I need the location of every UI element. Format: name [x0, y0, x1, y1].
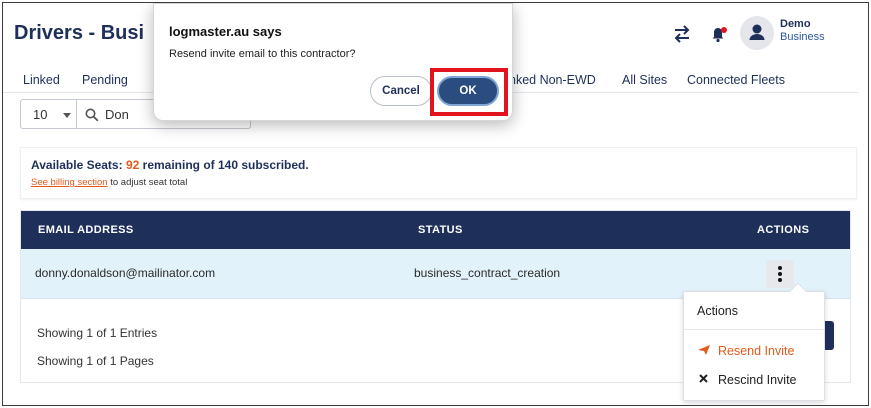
- resend-invite-label: Resend Invite: [718, 344, 795, 358]
- user-name[interactable]: Demo: [780, 18, 811, 30]
- seats-summary: Available Seats: 92 remaining of 140 sub…: [31, 158, 309, 172]
- menu-divider: [684, 329, 824, 330]
- actions-menu: Actions Resend Invite Rescind Invite: [683, 282, 825, 401]
- actions-menu-title: Actions: [697, 304, 738, 318]
- billing-note-text: to adjust seat total: [110, 177, 188, 188]
- row-status: business_contract_creation: [414, 266, 561, 280]
- chevron-down-icon: [63, 113, 71, 118]
- kebab-dot: [778, 272, 782, 276]
- seats-label: Available Seats:: [31, 158, 123, 172]
- notification-bell-icon[interactable]: [709, 23, 729, 43]
- seats-remaining: 92: [125, 158, 140, 172]
- page-size-value: 10: [33, 107, 48, 122]
- seats-banner: Available Seats: 92 remaining of 140 sub…: [20, 147, 857, 199]
- dialog-title: logmaster.au says: [169, 24, 282, 39]
- rescind-invite-item[interactable]: Rescind Invite: [696, 373, 797, 387]
- avatar[interactable]: [740, 16, 774, 50]
- row-actions-button[interactable]: [766, 260, 794, 288]
- column-status: STATUS: [418, 224, 463, 236]
- user-icon: [749, 24, 765, 40]
- column-actions: ACTIONS: [757, 224, 810, 236]
- resend-invite-item[interactable]: Resend Invite: [696, 344, 794, 358]
- kebab-dot: [778, 278, 782, 282]
- tab-all-sites[interactable]: All Sites: [622, 73, 667, 87]
- tab-pending[interactable]: Pending: [82, 73, 128, 87]
- app-window: Drivers - Busi Demo Business Linked Pend…: [2, 2, 869, 406]
- tab-linked[interactable]: Linked: [23, 73, 60, 87]
- user-org[interactable]: Business: [780, 31, 825, 43]
- ok-button[interactable]: OK: [437, 76, 499, 106]
- tab-connected-fleets[interactable]: Connected Fleets: [687, 73, 785, 87]
- column-email: EMAIL ADDRESS: [38, 224, 134, 236]
- page-size-select[interactable]: 10: [20, 99, 77, 129]
- seats-suffix: remaining of 140 subscribed.: [142, 158, 309, 172]
- entries-count: Showing 1 of 1 Entries: [37, 326, 158, 340]
- pages-count: Showing 1 of 1 Pages: [37, 354, 154, 368]
- confirm-dialog: logmaster.au says Resend invite email to…: [153, 3, 513, 121]
- billing-section-link[interactable]: See billing section: [31, 177, 108, 188]
- row-email: donny.donaldson@mailinator.com: [35, 266, 216, 280]
- search-value: Don: [105, 107, 129, 122]
- dialog-message: Resend invite email to this contractor?: [169, 48, 356, 60]
- billing-note: See billing section to adjust seat total: [31, 177, 187, 188]
- rescind-invite-label: Rescind Invite: [718, 373, 797, 387]
- page-title: Drivers - Busi: [14, 22, 145, 44]
- search-icon: [85, 108, 99, 122]
- kebab-dot: [778, 266, 782, 270]
- cancel-button[interactable]: Cancel: [370, 76, 432, 106]
- tab-linked-non-ewd[interactable]: nked Non-EWD: [509, 73, 596, 87]
- table-header: EMAIL ADDRESS STATUS ACTIONS: [21, 211, 850, 249]
- close-icon: [699, 374, 708, 383]
- send-icon: [698, 345, 710, 355]
- switch-account-icon[interactable]: [672, 25, 692, 43]
